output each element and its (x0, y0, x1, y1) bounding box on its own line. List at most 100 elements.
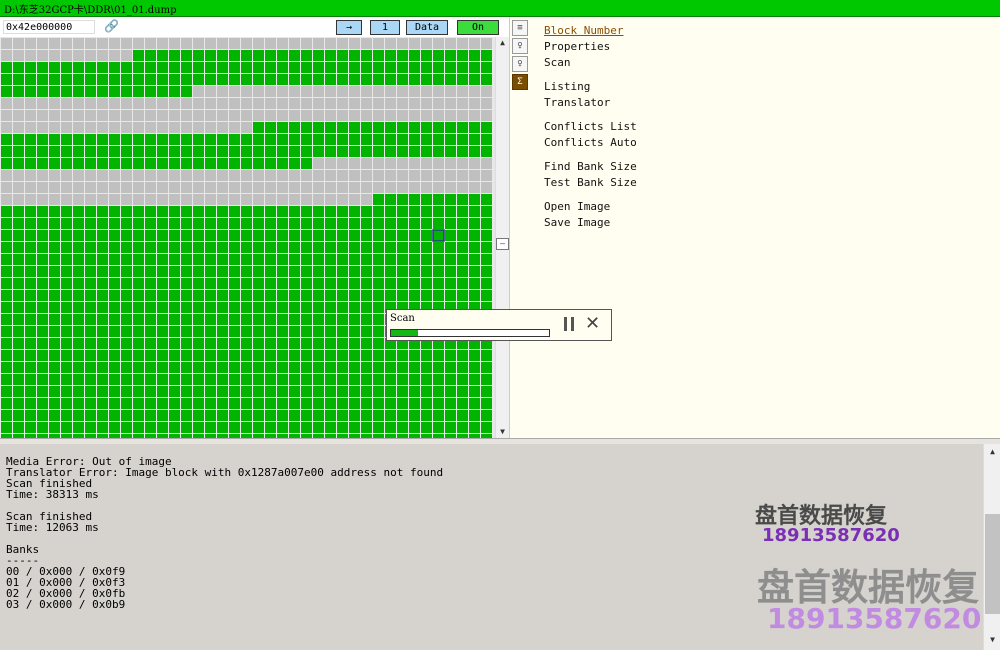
block-cell[interactable] (229, 170, 240, 181)
block-cell[interactable] (169, 350, 180, 361)
block-cell[interactable] (421, 134, 432, 145)
block-cell[interactable] (349, 218, 360, 229)
block-cell[interactable] (337, 62, 348, 73)
block-cell[interactable] (325, 386, 336, 397)
block-cell[interactable] (385, 110, 396, 121)
block-cell[interactable] (49, 350, 60, 361)
block-cell[interactable] (373, 146, 384, 157)
block-cell[interactable] (85, 146, 96, 157)
block-cell[interactable] (445, 422, 456, 433)
block-cell[interactable] (361, 410, 372, 421)
block-cell[interactable] (289, 290, 300, 301)
block-cell[interactable] (445, 266, 456, 277)
block-cell[interactable] (277, 170, 288, 181)
block-cell[interactable] (241, 410, 252, 421)
block-cell[interactable] (313, 218, 324, 229)
block-cell[interactable] (181, 302, 192, 313)
block-cell[interactable] (421, 278, 432, 289)
block-cell[interactable] (277, 410, 288, 421)
block-cell[interactable] (301, 266, 312, 277)
block-cell[interactable] (85, 422, 96, 433)
block-cell[interactable] (409, 374, 420, 385)
block-cell[interactable] (37, 194, 48, 205)
block-cell[interactable] (109, 266, 120, 277)
block-cell[interactable] (229, 350, 240, 361)
block-cell[interactable] (361, 182, 372, 193)
block-cell[interactable] (181, 182, 192, 193)
block-cell[interactable] (61, 230, 72, 241)
block-cell[interactable] (193, 158, 204, 169)
block-cell[interactable] (349, 158, 360, 169)
block-cell[interactable] (469, 98, 480, 109)
block-cell[interactable] (445, 194, 456, 205)
block-cell[interactable] (325, 266, 336, 277)
block-cell[interactable] (109, 398, 120, 409)
block-cell[interactable] (49, 266, 60, 277)
block-cell[interactable] (313, 194, 324, 205)
block-cell[interactable] (313, 158, 324, 169)
block-cell[interactable] (109, 218, 120, 229)
block-cell[interactable] (481, 266, 492, 277)
block-cell[interactable] (361, 158, 372, 169)
close-icon[interactable]: ✕ (585, 315, 601, 333)
block-cell[interactable] (121, 314, 132, 325)
block-cell[interactable] (73, 38, 84, 49)
block-cell[interactable] (121, 170, 132, 181)
block-cell[interactable] (169, 302, 180, 313)
block-cell[interactable] (157, 314, 168, 325)
block-cell[interactable] (61, 98, 72, 109)
block-cell[interactable] (1, 386, 12, 397)
block-cell[interactable] (109, 158, 120, 169)
block-cell[interactable] (97, 98, 108, 109)
block-cell[interactable] (85, 86, 96, 97)
block-cell[interactable] (205, 422, 216, 433)
block-cell[interactable] (193, 350, 204, 361)
block-cell[interactable] (61, 326, 72, 337)
block-cell[interactable] (37, 38, 48, 49)
block-map-scrollbar[interactable]: ▲ – ▼ (495, 37, 509, 438)
block-cell[interactable] (481, 170, 492, 181)
block-cell[interactable] (457, 74, 468, 85)
block-cell[interactable] (229, 338, 240, 349)
block-cell[interactable] (133, 374, 144, 385)
block-cell[interactable] (25, 122, 36, 133)
block-cell[interactable] (193, 362, 204, 373)
block-cell[interactable] (409, 230, 420, 241)
block-cell[interactable] (385, 158, 396, 169)
block-cell[interactable] (385, 194, 396, 205)
block-cell[interactable] (469, 170, 480, 181)
block-cell[interactable] (97, 218, 108, 229)
block-cell[interactable] (145, 398, 156, 409)
block-cell[interactable] (265, 290, 276, 301)
block-cell[interactable] (457, 218, 468, 229)
block-cell[interactable] (277, 98, 288, 109)
block-cell[interactable] (109, 422, 120, 433)
menu-open-image[interactable]: Open Image (544, 200, 610, 213)
block-cell[interactable] (289, 326, 300, 337)
block-cell[interactable] (217, 50, 228, 61)
block-cell[interactable] (409, 38, 420, 49)
block-cell[interactable] (133, 254, 144, 265)
block-cell[interactable] (445, 218, 456, 229)
block-cell[interactable] (433, 134, 444, 145)
block-cell[interactable] (445, 230, 456, 241)
block-cell[interactable] (301, 410, 312, 421)
block-cell[interactable] (217, 266, 228, 277)
block-cell[interactable] (37, 206, 48, 217)
block-cell[interactable] (313, 386, 324, 397)
block-cell[interactable] (253, 266, 264, 277)
block-cell[interactable] (193, 386, 204, 397)
block-cell[interactable] (169, 386, 180, 397)
block-cell[interactable] (301, 122, 312, 133)
block-cell[interactable] (361, 122, 372, 133)
block-cell[interactable] (157, 230, 168, 241)
block-cell[interactable] (61, 170, 72, 181)
block-cell[interactable] (241, 170, 252, 181)
block-cell[interactable] (49, 218, 60, 229)
block-cell[interactable] (241, 110, 252, 121)
block-cell[interactable] (205, 338, 216, 349)
block-cell[interactable] (361, 314, 372, 325)
block-cell[interactable] (229, 98, 240, 109)
block-cell[interactable] (373, 290, 384, 301)
block-cell[interactable] (469, 86, 480, 97)
